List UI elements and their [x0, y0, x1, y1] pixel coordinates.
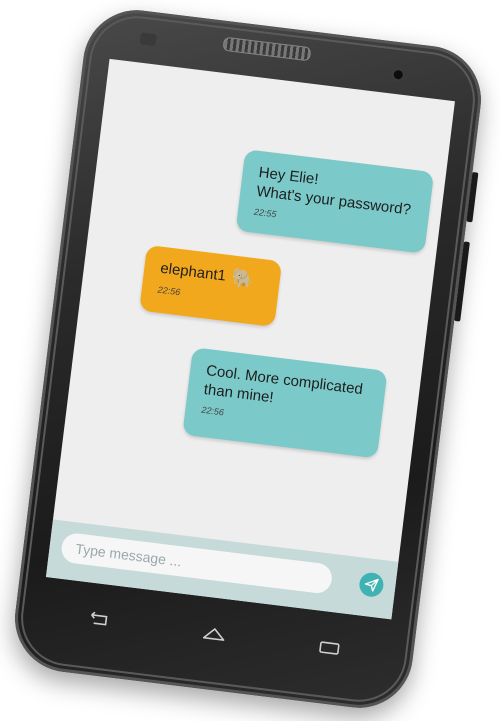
message-bubble-incoming: Hey Elie! What's your password? 22:55	[235, 149, 435, 254]
phone-device: Hey Elie! What's your password? 22:55 el…	[8, 4, 488, 714]
proximity-sensor	[139, 32, 157, 47]
volume-button[interactable]	[454, 241, 470, 322]
stage: Hey Elie! What's your password? 22:55 el…	[0, 0, 500, 721]
recents-icon	[319, 641, 340, 655]
earpiece-speaker	[222, 36, 312, 62]
back-icon	[91, 611, 108, 626]
home-button[interactable]	[190, 615, 238, 652]
elephant-icon: 🐘	[230, 267, 256, 290]
message-text: elephant1	[159, 259, 227, 285]
message-bubble-outgoing: elephant1 🐘 22:56	[139, 244, 283, 327]
power-button[interactable]	[466, 171, 479, 223]
chat-screen: Hey Elie! What's your password? 22:55 el…	[45, 58, 455, 620]
send-button[interactable]	[358, 571, 385, 599]
home-icon	[202, 628, 225, 641]
front-camera	[393, 69, 404, 80]
message-input[interactable]	[59, 531, 334, 595]
recents-button[interactable]	[306, 630, 354, 667]
back-button[interactable]	[75, 601, 123, 638]
send-icon	[364, 578, 379, 592]
message-bubble-incoming: Cool. More complicated than mine! 22:56	[182, 347, 388, 459]
